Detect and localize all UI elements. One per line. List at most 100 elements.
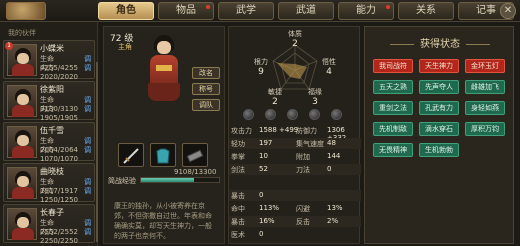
stat-value: 52 xyxy=(259,165,268,173)
stat-row: 攻击力1588 +499防御力1306 +332 xyxy=(229,125,361,142)
member-adjust-button[interactable]: 调 xyxy=(84,145,91,155)
gem-slot[interactable] xyxy=(331,109,342,120)
stat-label: 剑法 xyxy=(231,166,245,174)
stat-value: 0 xyxy=(259,191,264,199)
status-title: 获得状态 xyxy=(365,35,515,50)
close-icon[interactable]: ✕ xyxy=(500,3,516,19)
stat-value: 197 xyxy=(259,139,273,147)
tab-2[interactable]: 武学 xyxy=(218,2,274,20)
stat-value: 144 xyxy=(327,152,341,160)
stats-panel: 体质 2 根力 9 悟性 4 敏捷 2 福缘 3 攻击力 1588 +499 防御力 1306 … xyxy=(228,26,361,244)
tab-5[interactable]: 关系 xyxy=(398,2,454,20)
team-button[interactable]: 调队 xyxy=(192,99,220,111)
member-adjust-button[interactable]: 调 xyxy=(84,186,91,196)
hero-panel: 72 级 主角 改名 称号 调队 9108/13300 简战经验 康王的独孙，从… xyxy=(103,26,225,244)
member-adjust-button[interactable]: 调 xyxy=(84,227,91,237)
top-tab-bar: 角色 物品 武学 武道 能力 关系 记事 ✕ xyxy=(0,0,520,22)
armor-slot[interactable] xyxy=(150,143,176,167)
status-tag[interactable]: 孔武有力 xyxy=(419,101,459,115)
stat-value: 0 xyxy=(327,165,332,173)
member-portrait xyxy=(7,126,37,158)
stat-value: 1588 +499 xyxy=(259,126,299,134)
party-member[interactable]: 徐紫阳 生命 3130/3130 内力 1905/1905 调调 xyxy=(3,81,95,122)
status-tag[interactable]: 厚积万钧 xyxy=(465,122,505,136)
stat-label: 轻功 xyxy=(231,140,245,148)
stat-value: 0 xyxy=(259,230,264,238)
radar-bottom-left: 敏捷 2 xyxy=(268,88,282,107)
notification-dot xyxy=(386,5,390,9)
tab-1[interactable]: 物品 xyxy=(158,2,214,20)
gem-slot[interactable] xyxy=(243,109,254,120)
party-member[interactable]: 曲晓枝 生命 1917/1917 内力 1250/1250 调调 xyxy=(3,163,95,204)
title-button[interactable]: 称号 xyxy=(192,83,220,95)
stat-row: 暴击 0 xyxy=(229,190,361,201)
status-tag[interactable]: 重剑之法 xyxy=(373,101,413,115)
status-tag[interactable]: 先机制敌 xyxy=(373,122,413,136)
game-logo xyxy=(6,2,46,20)
hero-portrait xyxy=(144,35,184,107)
stat-row: 剑法 52 刀法 0 xyxy=(229,164,361,175)
stat-row: 轻功 197 集气速度 48 xyxy=(229,138,361,149)
rename-button[interactable]: 改名 xyxy=(192,67,220,79)
stat-label: 拳掌 xyxy=(231,153,245,161)
status-tag[interactable]: 生机勃勃 xyxy=(419,143,459,157)
status-tag[interactable]: 金环玉灯 xyxy=(465,59,505,73)
party-member[interactable]: 伍千雪 生命 2064/2064 内力 1070/1070 调调 xyxy=(3,122,95,163)
weapon-slot[interactable] xyxy=(118,143,144,167)
party-scrollbar[interactable] xyxy=(96,62,98,242)
stat-value: 113% xyxy=(259,204,280,212)
gem-slot[interactable] xyxy=(309,109,320,120)
stat-value: 48 xyxy=(327,139,336,147)
stat-label: 反击 xyxy=(296,218,310,226)
status-panel: 获得状态 我司战符 天生神力 金环玉灯五天之熟 先声夺人 雌雄加飞重剑之法 孔武有力 身轻如… xyxy=(364,26,514,244)
member-portrait xyxy=(7,167,37,199)
status-tag[interactable]: 无畏精神 xyxy=(373,143,413,157)
accessory-slot[interactable] xyxy=(182,143,208,167)
stat-label: 攻击力 xyxy=(231,127,252,135)
hero-subtitle: 主角 xyxy=(118,43,132,51)
gem-slot[interactable] xyxy=(265,109,276,120)
xp-label: 简战经验 xyxy=(108,177,136,185)
stat-value: 2% xyxy=(327,217,339,225)
xp-bar xyxy=(140,177,220,183)
status-tag[interactable]: 五天之熟 xyxy=(373,80,413,94)
xp-fill xyxy=(141,178,195,182)
status-tag[interactable]: 身轻如燕 xyxy=(465,101,505,115)
gem-slot[interactable] xyxy=(287,109,298,120)
member-name: 长春子 xyxy=(40,208,64,217)
party-member[interactable]: 1 小蝶米 生命 4255/4255 内力 2020/2020 调调 xyxy=(3,40,95,81)
stat-label: 附加 xyxy=(296,153,310,161)
xp-value: 9108/13300 xyxy=(174,168,217,176)
member-name: 徐紫阳 xyxy=(40,85,64,94)
status-tag[interactable]: 天生神力 xyxy=(419,59,459,73)
sword-icon xyxy=(123,148,139,164)
member-name: 曲晓枝 xyxy=(40,167,64,176)
member-name: 小蝶米 xyxy=(40,44,64,53)
member-portrait xyxy=(7,208,37,240)
tab-3[interactable]: 武道 xyxy=(278,2,334,20)
stat-row: 暴击 16% 反击 2% xyxy=(229,216,361,227)
member-portrait xyxy=(7,85,37,117)
tab-4[interactable]: 能力 xyxy=(338,2,394,20)
member-adjust-button[interactable]: 调 xyxy=(84,104,91,114)
tab-0[interactable]: 角色 xyxy=(98,2,154,20)
stat-label: 防御力 xyxy=(296,127,317,135)
status-tag[interactable]: 先声夺人 xyxy=(419,80,459,94)
stat-row: 命中 113% 闪避 13% xyxy=(229,203,361,214)
radar-left: 根力 9 xyxy=(254,58,268,77)
status-tag[interactable]: 雌雄加飞 xyxy=(465,80,505,94)
member-badge: 1 xyxy=(5,42,13,50)
party-member[interactable]: 长春子 生命 2552/2552 内力 2250/2250 调调 xyxy=(3,204,95,245)
stat-label: 命中 xyxy=(231,205,245,213)
stat-label: 医术 xyxy=(231,231,245,239)
stat-value: 13% xyxy=(327,204,343,212)
party-panel: 我的伙伴 1 小蝶米 生命 4255/4255 内力 2020/2020 调调徐紫阳 生命… xyxy=(0,22,98,246)
notification-dot xyxy=(206,5,210,9)
stat-value: 10 xyxy=(259,152,268,160)
status-tag[interactable]: 滴水穿石 xyxy=(419,122,459,136)
party-title: 我的伙伴 xyxy=(8,29,36,37)
member-name: 伍千雪 xyxy=(40,126,64,135)
member-adjust-button[interactable]: 调 xyxy=(84,63,91,73)
stat-row: 拳掌 10 附加 144 xyxy=(229,151,361,162)
status-tag[interactable]: 我司战符 xyxy=(373,59,413,73)
